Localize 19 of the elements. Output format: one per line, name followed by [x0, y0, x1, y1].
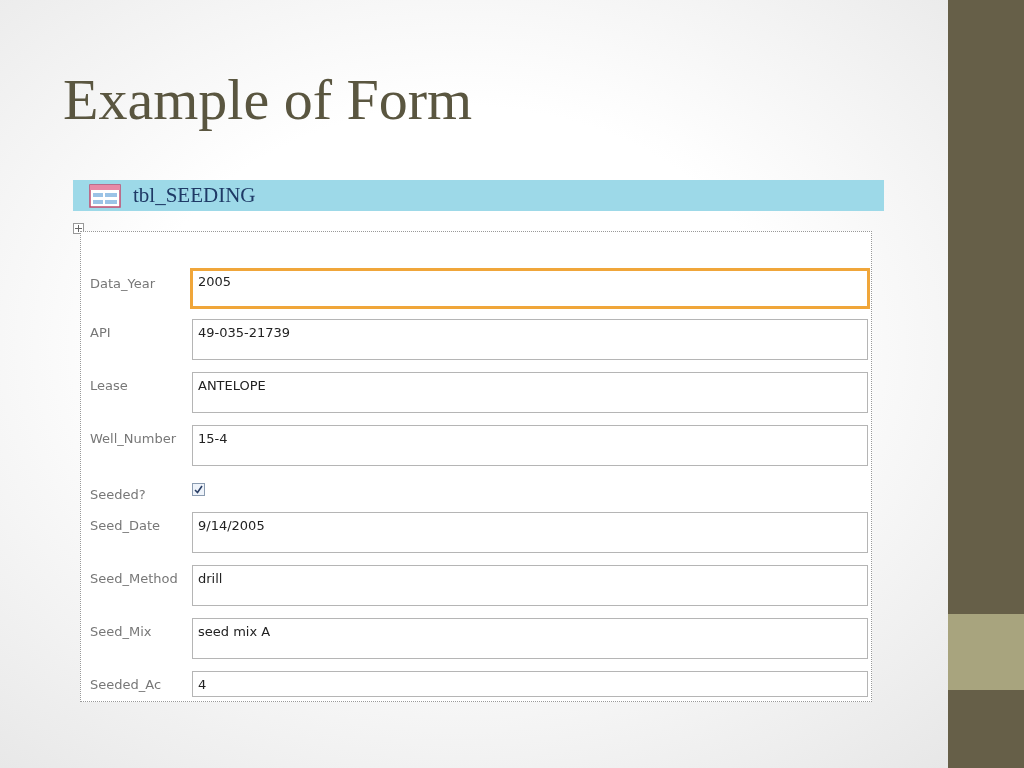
field-label: Seed_Mix	[90, 623, 153, 639]
input-field[interactable]: 49-035-21739	[192, 319, 868, 360]
field-label: Seed_Method	[90, 570, 179, 586]
input-field[interactable]: ANTELOPE	[192, 372, 868, 413]
field-label: Lease	[90, 377, 129, 393]
field-label: Seeded?	[90, 485, 147, 502]
input-field[interactable]: drill	[192, 565, 868, 606]
field-label: Seed_Date	[90, 517, 162, 533]
input-field[interactable]: 9/14/2005	[192, 512, 868, 553]
input-field[interactable]: 2005	[190, 268, 870, 309]
field-label: Well_Number	[90, 430, 178, 446]
form-title: tbl_SEEDING	[133, 183, 256, 208]
field-label: API	[90, 324, 112, 340]
field-label: Data_Year	[90, 275, 157, 291]
slide-title: Example of Form	[63, 66, 474, 134]
field-label: Seeded_Ac	[90, 676, 163, 692]
input-field[interactable]: 4	[192, 671, 868, 697]
input-field[interactable]: 15-4	[192, 425, 868, 466]
input-field[interactable]: seed mix A	[192, 618, 868, 659]
